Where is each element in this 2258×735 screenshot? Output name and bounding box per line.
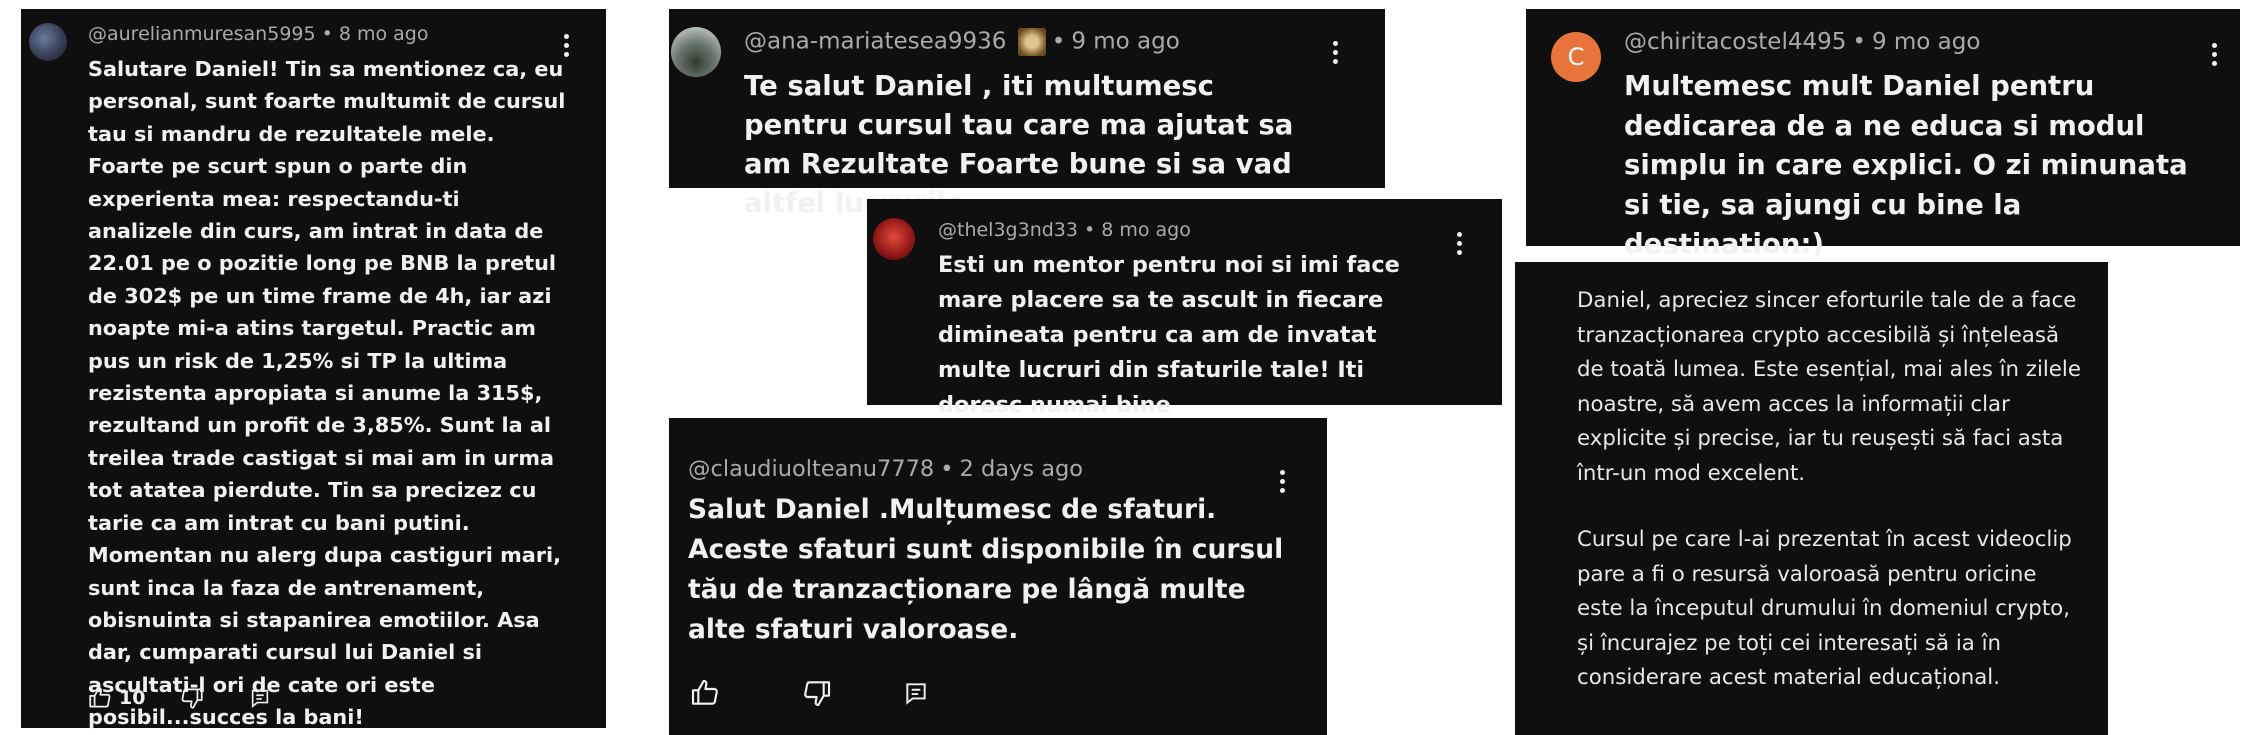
dislike-icon[interactable] (801, 677, 833, 709)
comment-actions: 10 (87, 685, 271, 711)
comment-meta: @ana-mariatesea9936 • 9 mo ago (744, 28, 1180, 56)
comment-card-4: @claudiuolteanu7778 • 2 days ago Salut Dan… (669, 418, 1327, 735)
author-handle[interactable]: @chiritacostel4495 (1624, 29, 1846, 55)
comment-time[interactable]: 2 days ago (960, 456, 1084, 482)
avatar[interactable] (671, 27, 721, 77)
comment-text: Salut Daniel .Mulțumesc de sfaturi. Aces… (688, 494, 1284, 645)
author-handle[interactable]: @aurelianmuresan5995 (88, 23, 316, 45)
author-handle[interactable]: @thel3g3nd33 (938, 219, 1078, 241)
comment-meta: @aurelianmuresan5995 • 8 mo ago (88, 23, 428, 45)
comment-meta: @claudiuolteanu7778 • 2 days ago (688, 456, 1083, 482)
comment-card-5: C @chiritacostel4495 • 9 mo ago Multemesc … (1526, 9, 2240, 260)
comment-time[interactable]: 8 mo ago (1101, 219, 1191, 241)
member-badge-icon (1017, 28, 1046, 56)
separator-dot: • (1852, 29, 1866, 55)
avatar-letter: C (1567, 43, 1585, 71)
comment-time[interactable]: 9 mo ago (1071, 29, 1180, 55)
avatar[interactable] (873, 218, 915, 260)
comment-paragraph-2: Cursul pe care l-ai prezentat în acest v… (1577, 527, 2072, 690)
comment-meta: @chiritacostel4495 • 9 mo ago (1624, 29, 1980, 55)
more-icon[interactable] (1457, 232, 1463, 259)
comment-card-3: @thel3g3nd33 • 8 mo ago Esti un mentor pen… (867, 199, 1502, 418)
comment-paragraph-1: Daniel, apreciez sincer eforturile tale … (1577, 288, 2081, 486)
like-count: 10 (119, 687, 146, 709)
like-icon[interactable] (87, 685, 113, 711)
comment-text: Salutare Daniel! Tin sa mentionez ca, eu… (88, 57, 566, 730)
comment-text: Multemesc mult Daniel pentru dedicarea d… (1624, 70, 2188, 260)
comment-card-6: Daniel, apreciez sincer eforturile tale … (1515, 262, 2108, 735)
more-icon[interactable] (1333, 41, 1339, 68)
reply-icon[interactable] (903, 680, 929, 706)
separator-dot: • (321, 23, 333, 45)
comment-card-2: @ana-mariatesea9936 • 9 mo ago Te salut D… (669, 9, 1385, 219)
comment-card-1: @aurelianmuresan5995 • 8 mo ago Salutare D… (21, 9, 606, 729)
like-icon[interactable] (689, 677, 721, 709)
comment-time[interactable]: 8 mo ago (339, 23, 429, 45)
comment-meta: @thel3g3nd33 • 8 mo ago (938, 219, 1191, 241)
author-handle[interactable]: @claudiuolteanu7778 (688, 456, 934, 482)
avatar[interactable]: C (1551, 32, 1601, 82)
comment-text: Esti un mentor pentru noi si imi face ma… (938, 252, 1400, 418)
comment-time[interactable]: 9 mo ago (1872, 29, 1981, 55)
dislike-icon[interactable] (179, 685, 205, 711)
more-icon[interactable] (2212, 43, 2218, 70)
comment-actions (689, 677, 929, 709)
separator-dot: • (1083, 219, 1096, 241)
separator-dot: • (1051, 28, 1066, 55)
reply-icon[interactable] (249, 687, 271, 709)
author-handle[interactable]: @ana-mariatesea9936 (744, 29, 1006, 55)
separator-dot: • (940, 456, 954, 482)
avatar[interactable] (29, 23, 67, 61)
